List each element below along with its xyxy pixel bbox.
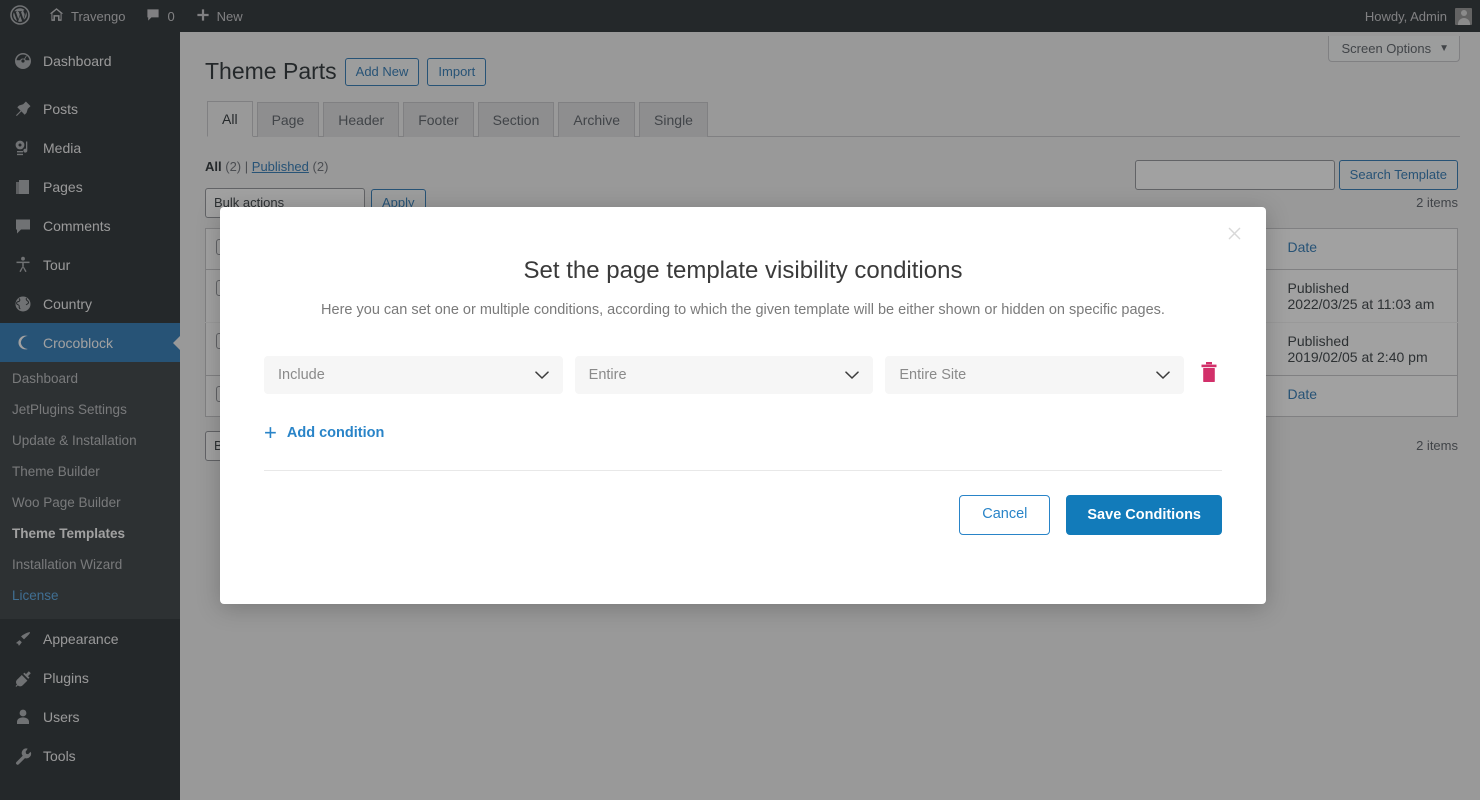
save-conditions-button[interactable]: Save Conditions [1066,495,1222,535]
add-condition-label: Add condition [286,425,385,441]
add-condition-button[interactable]: + Add condition [264,422,1266,444]
condition-group-select[interactable]: Entire [574,356,874,394]
chevron-down-icon [534,368,549,383]
condition-type-select[interactable]: Include [264,356,563,394]
delete-condition-button[interactable] [1196,359,1222,391]
condition-target-value: Entire Site [899,367,967,383]
condition-row: Include Entire Entire Site [264,356,1222,394]
modal-actions: Cancel Save Conditions [264,495,1222,535]
cancel-button[interactable]: Cancel [959,495,1051,535]
trash-icon [1199,361,1219,390]
condition-type-value: Include [278,367,325,383]
visibility-conditions-modal: Set the page template visibility conditi… [220,207,1266,604]
condition-group-value: Entire [588,367,627,383]
modal-description: Here you can set one or multiple conditi… [321,302,1165,318]
close-icon[interactable] [1220,219,1248,247]
condition-target-select[interactable]: Entire Site [885,356,1185,394]
chevron-down-icon [1156,368,1170,383]
plus-icon: + [264,420,277,445]
modal-divider [264,470,1222,471]
modal-title: Set the page template visibility conditi… [523,257,963,284]
chevron-down-icon [845,368,860,383]
